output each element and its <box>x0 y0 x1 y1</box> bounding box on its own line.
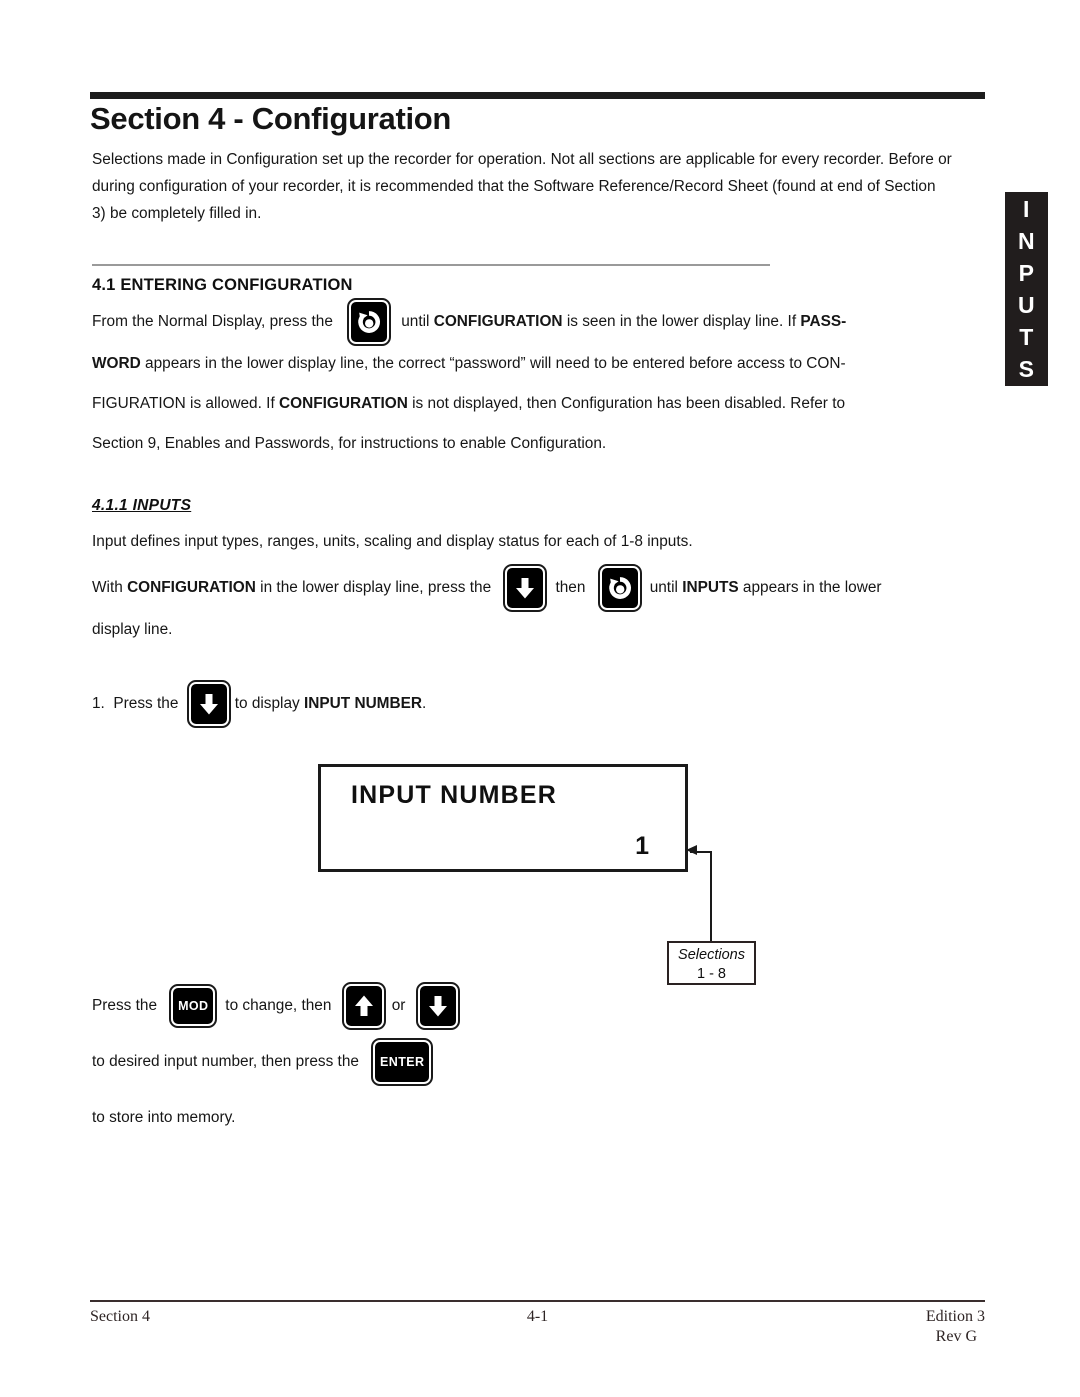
side-tab-letter-u: U <box>1017 292 1036 318</box>
step-1-period: . <box>422 695 427 713</box>
with-config-text-1: With <box>92 579 128 597</box>
side-tab-letter-p: P <box>1018 260 1035 286</box>
enter-key-label: ENTER <box>380 1054 425 1069</box>
inputs-definition: Input defines input types, ranges, units… <box>92 533 693 550</box>
mod-key[interactable]: MOD <box>169 983 218 1028</box>
bold-configuration-2: CONFIGURATION <box>279 395 408 412</box>
footer-row: Section 4 4-1 Edition 3 Rev G <box>90 1308 985 1345</box>
entering-text-6: is not displayed, then Configuration has… <box>407 395 846 412</box>
up-arrow-key[interactable] <box>341 981 386 1030</box>
entering-text-5: FIGURATION is allowed. If <box>92 395 280 412</box>
enter-key[interactable]: ENTER <box>371 1037 434 1086</box>
entering-text-1: From the Normal Display, press the <box>92 313 333 331</box>
bold-configuration-1: CONFIGURATION <box>433 313 563 331</box>
document-page: Section 4 - Configuration Selections mad… <box>0 0 1080 1397</box>
page-title: Section 4 - Configuration <box>90 101 452 136</box>
step-1-paragraph: 1. Press the to display INPUT NUMBER. <box>92 680 592 728</box>
then-label: then <box>555 579 586 597</box>
mod-key-label: MOD <box>178 998 209 1013</box>
or-label: or <box>391 997 406 1014</box>
bold-input-number: INPUT NUMBER <box>304 695 422 713</box>
change-input-instruction: Press the MOD to change, then or to desi… <box>92 978 652 1146</box>
step-1-number: 1. <box>92 695 105 713</box>
down-arrow-key-2[interactable] <box>186 680 231 728</box>
to-change-then-label: to change, then <box>225 997 332 1014</box>
circular-arrow-icon <box>607 575 633 601</box>
heading-4-1-1: 4.1.1 INPUTS <box>92 497 192 514</box>
bold-configuration-3: CONFIGURATION <box>127 579 256 597</box>
arrow-down-icon <box>514 575 536 601</box>
footer-page-number: 4-1 <box>526 1308 549 1325</box>
entering-text-4: appears in the lower display line, the c… <box>140 355 846 372</box>
arrow-down-icon <box>427 993 449 1019</box>
arrow-up-icon <box>353 993 375 1019</box>
bold-word: WORD <box>92 355 141 372</box>
until-text-1: until <box>649 579 683 597</box>
entering-configuration-paragraph: From the Normal Display, press the until… <box>92 298 990 464</box>
footer-rule <box>90 1300 985 1302</box>
display-lower-line: 1 <box>635 832 649 860</box>
bold-pass: PASS- <box>800 313 847 331</box>
side-tab-letter-n: N <box>1017 228 1036 254</box>
callout-arrow-head-icon <box>686 845 697 855</box>
side-tab-letter-s: S <box>1018 356 1035 382</box>
circular-arrow-icon <box>356 309 382 335</box>
with-config-text-2: in the lower display line, press the <box>255 579 492 597</box>
step-1-text-2: to display <box>234 695 304 713</box>
display-scroll-key[interactable] <box>347 298 392 346</box>
instruction-line-3: to store into memory. <box>92 1109 236 1126</box>
display-scroll-key-2[interactable] <box>597 564 642 612</box>
heading-4-1: 4.1 ENTERING CONFIGURATION <box>92 276 353 294</box>
intro-paragraph: Selections made in Configuration set up … <box>92 146 952 227</box>
entering-text-2: until <box>401 313 434 331</box>
down-arrow-key[interactable] <box>503 564 548 612</box>
with-configuration-paragraph: With CONFIGURATION in the lower display … <box>92 564 992 650</box>
display-line-text: display line. <box>92 621 173 638</box>
instruction-line-2: to desired input number, then press the <box>92 1053 359 1070</box>
until-text-2: appears in the lower <box>738 579 882 597</box>
bold-inputs: INPUTS <box>682 579 739 597</box>
down-arrow-key-3[interactable] <box>415 981 460 1030</box>
side-tab-letter-t: T <box>1019 324 1034 350</box>
header-rule <box>90 92 985 99</box>
arrow-down-icon <box>198 691 220 717</box>
side-tab-inputs: I N P U T S <box>1005 192 1048 386</box>
press-the-label: Press the <box>92 997 158 1014</box>
entering-text-7: Section 9, Enables and Passwords, for in… <box>92 435 607 452</box>
display-upper-line: INPUT NUMBER <box>351 781 558 809</box>
side-tab-letter-i: I <box>1023 196 1030 222</box>
entering-text-3: is seen in the lower display line. If <box>562 313 801 331</box>
step-1-text-1: Press the <box>113 695 179 713</box>
footer-edition: Edition 3 <box>925 1308 985 1325</box>
selections-callout: Selections 1 - 8 <box>667 941 756 985</box>
callout-range: 1 - 8 <box>696 966 726 982</box>
page-footer: Section 4 4-1 Edition 3 Rev G <box>90 1308 985 1345</box>
footer-revision: Rev G <box>935 1328 977 1345</box>
display-panel: INPUT NUMBER 1 <box>318 764 688 872</box>
callout-title: Selections <box>678 947 745 963</box>
section-divider-rule <box>92 264 770 266</box>
intro-text: Selections made in Configuration set up … <box>92 151 952 222</box>
callout-connector-vertical <box>710 852 712 942</box>
